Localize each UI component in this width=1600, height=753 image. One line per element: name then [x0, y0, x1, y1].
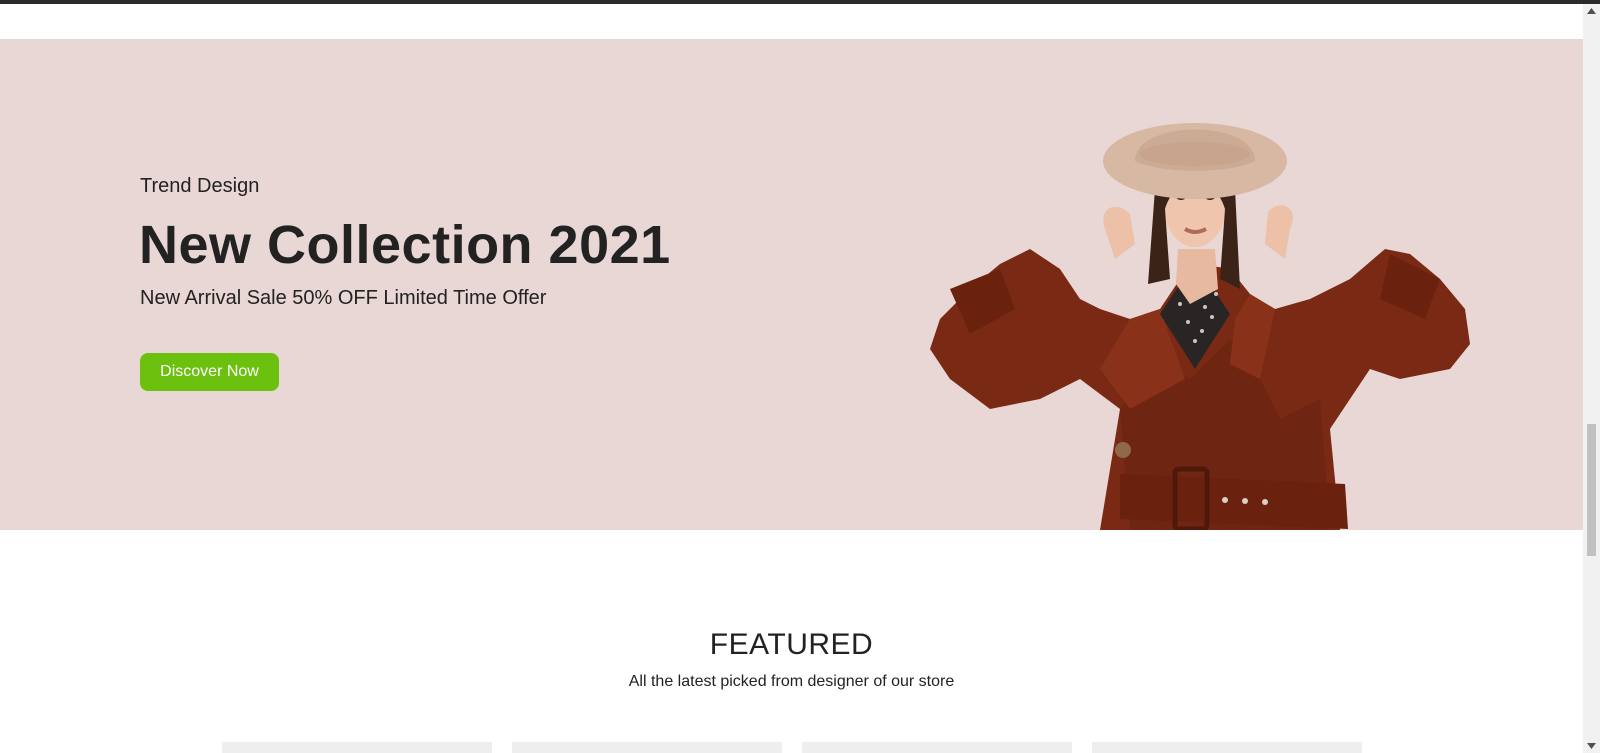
- hero-model-image: [930, 123, 1470, 530]
- page-content: Trend Design New Collection 2021 New Arr…: [0, 4, 1583, 753]
- product-card[interactable]: [512, 742, 782, 753]
- featured-title: FEATURED: [709, 628, 874, 661]
- chevron-down-icon[interactable]: [1583, 739, 1600, 753]
- scrollbar-thumb[interactable]: [1587, 424, 1596, 556]
- product-card[interactable]: [222, 742, 492, 753]
- discover-now-button[interactable]: Discover Now: [140, 353, 279, 391]
- product-card[interactable]: [1092, 742, 1362, 753]
- hero-banner: Trend Design New Collection 2021 New Arr…: [0, 39, 1583, 530]
- product-card[interactable]: [802, 742, 1072, 753]
- featured-subtitle: All the latest picked from designer of o…: [628, 673, 955, 690]
- hero-title: New Collection 2021: [139, 215, 671, 275]
- vertical-scrollbar[interactable]: [1583, 4, 1600, 753]
- hero-subtitle: New Arrival Sale 50% OFF Limited Time Of…: [140, 287, 547, 309]
- hero-eyebrow: Trend Design: [140, 175, 260, 197]
- chevron-up-icon[interactable]: [1583, 4, 1600, 18]
